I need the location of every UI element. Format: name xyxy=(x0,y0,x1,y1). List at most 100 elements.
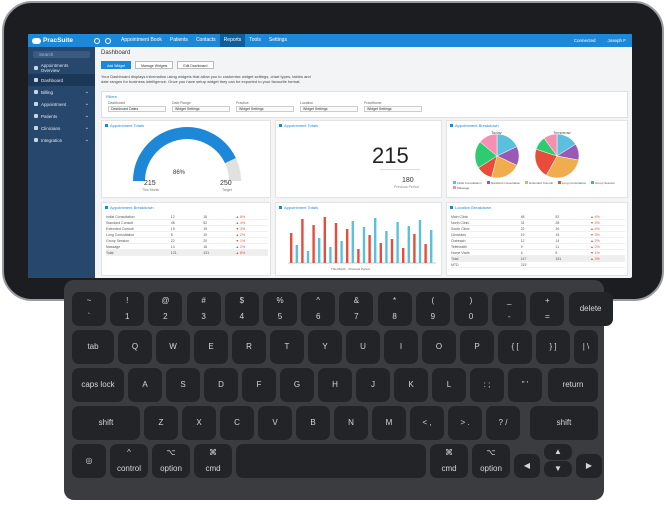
key-blank-0[interactable]: ◎ xyxy=(72,444,106,478)
filter-select[interactable]: Dashboard Dates xyxy=(108,106,166,112)
sidebar-item-appointment[interactable]: Appointment ⌄ xyxy=(28,98,95,110)
key-delete[interactable]: delete xyxy=(568,292,613,326)
key-m-7[interactable]: M xyxy=(372,406,406,440)
key-w[interactable]: W xyxy=(156,330,190,364)
key-cmd-5[interactable]: ⌘ cmd xyxy=(430,444,468,478)
sidebar-item-integration[interactable]: Integration ⌄ xyxy=(28,134,95,146)
key-a[interactable]: A xyxy=(128,368,162,402)
key-option-6[interactable]: ⌥ option xyxy=(472,444,510,478)
key-o[interactable]: O xyxy=(422,330,456,364)
key-5[interactable]: % 5 xyxy=(263,292,297,326)
key-blank[interactable]: " ' xyxy=(508,368,542,402)
menu-item-contacts[interactable]: Contacts xyxy=(192,34,220,47)
key-blank[interactable]: ~ ` xyxy=(72,292,106,326)
menu-item-tools[interactable]: Tools xyxy=(245,34,265,47)
key-l[interactable]: L xyxy=(432,368,466,402)
sidebar-item-dashboard[interactable]: Dashboard xyxy=(28,74,95,86)
key-d[interactable]: D xyxy=(204,368,238,402)
key-r[interactable]: R xyxy=(232,330,266,364)
sidebar-item-patients[interactable]: Patients ⌄ xyxy=(28,110,95,122)
key-8[interactable]: * 8 xyxy=(377,292,412,326)
key-3[interactable]: #3 xyxy=(186,292,221,326)
key-p[interactable]: P xyxy=(460,330,494,364)
key-6[interactable]: ^ 6 xyxy=(301,292,336,326)
key-blank-7[interactable]: ◀ xyxy=(514,454,540,478)
manage-widgets-button[interactable]: Manage Widgets xyxy=(135,61,174,69)
menu-item-reports[interactable]: Reports xyxy=(219,34,246,47)
key-control-1[interactable]: ^ control xyxy=(110,444,148,478)
key-legend-top: $ xyxy=(239,296,245,305)
key-4[interactable]: $4 xyxy=(224,292,259,326)
edit-dashboard-button[interactable]: Edit Dashboard xyxy=(177,61,214,69)
table1-body: Initial Consultation 12 18 ▲ 6% Standard Con… xyxy=(106,214,268,256)
key-0[interactable]: ) 0 xyxy=(454,292,488,326)
filter-select[interactable]: Widget Settings xyxy=(236,106,294,112)
key-blank-4[interactable] xyxy=(236,444,426,478)
key-caps-lock[interactable]: caps lock xyxy=(72,368,124,402)
key-f[interactable]: F xyxy=(242,368,276,402)
key-2[interactable]: @2 xyxy=(148,292,183,326)
key-blank-10[interactable]: ▶ xyxy=(576,454,602,478)
key-q[interactable]: Q xyxy=(118,330,152,364)
key-blank-10[interactable]: ? / xyxy=(486,406,520,440)
key-blank[interactable]: } ] xyxy=(536,330,570,364)
key-blank-8[interactable]: ▲ xyxy=(544,444,572,460)
key-s[interactable]: S xyxy=(166,368,200,402)
key-blank-9[interactable]: > . xyxy=(448,406,482,440)
key-x-2[interactable]: X xyxy=(182,406,216,440)
key-shift-11[interactable]: shift xyxy=(530,406,598,440)
key-v-4[interactable]: V xyxy=(258,406,292,440)
key-j[interactable]: J xyxy=(356,368,390,402)
menu-item-appointment-book[interactable]: Appointment Book xyxy=(117,34,166,47)
key-7[interactable]: & 7 xyxy=(339,292,374,326)
key-n-6[interactable]: N xyxy=(334,406,368,440)
topbar-user-item-1[interactable]: Joseph F xyxy=(607,38,626,43)
key-blank[interactable]: + = xyxy=(530,292,565,326)
filter-select[interactable]: Widget Settings xyxy=(172,106,230,112)
add-widget-button[interactable]: Add Widget xyxy=(101,61,132,69)
app-logo[interactable]: PracSuite xyxy=(28,37,94,44)
key-return[interactable]: return xyxy=(548,368,598,402)
key-cmd-3[interactable]: ⌘ cmd xyxy=(194,444,232,478)
sidebar-search-input[interactable]: Search xyxy=(33,51,90,58)
topbar-user-item-0[interactable]: Connected xyxy=(574,38,596,43)
back-icon[interactable] xyxy=(94,37,100,44)
sidebar-item-label: Billing xyxy=(41,89,54,95)
bar xyxy=(418,220,422,263)
key-b-5[interactable]: B xyxy=(296,406,330,440)
table-row[interactable]: Total 121 131 ▲ 8% xyxy=(106,250,268,256)
key-i[interactable]: I xyxy=(384,330,418,364)
key-blank[interactable]: { [ xyxy=(498,330,532,364)
table-cell: 16 xyxy=(203,245,208,249)
sidebar-item-billing[interactable]: Billing ⌄ xyxy=(28,86,95,98)
key-k[interactable]: K xyxy=(394,368,428,402)
sidebar-item-appointments-overview[interactable]: Appointments Overview xyxy=(28,62,95,74)
key-blank[interactable]: | \ xyxy=(574,330,598,364)
filter-select[interactable]: Widget Settings xyxy=(364,106,422,112)
key-shift-0[interactable]: shift xyxy=(72,406,140,440)
menu-item-settings[interactable]: Settings xyxy=(265,34,291,47)
key-blank-9[interactable]: ▼ xyxy=(544,461,572,477)
key-blank[interactable]: : ; xyxy=(470,368,504,402)
key-blank-8[interactable]: < , xyxy=(410,406,444,440)
filter-select[interactable]: Widget Settings xyxy=(300,106,358,112)
key-tab[interactable]: tab xyxy=(72,330,114,364)
key-u[interactable]: U xyxy=(346,330,380,364)
key-legend: { [ xyxy=(511,342,519,351)
key-c-3[interactable]: C xyxy=(220,406,254,440)
key-e[interactable]: E xyxy=(194,330,228,364)
table-row[interactable]: MTD 215 xyxy=(451,262,625,268)
search-icon[interactable] xyxy=(105,37,111,44)
kpi-sub-value: 180 xyxy=(402,177,414,184)
key-1[interactable]: ! 1 xyxy=(110,292,145,326)
key-g[interactable]: G xyxy=(280,368,314,402)
key-blank[interactable]: _ - xyxy=(492,292,527,326)
key-y[interactable]: Y xyxy=(308,330,342,364)
menu-item-patients[interactable]: Patients xyxy=(166,34,192,47)
sidebar-item-clinicians[interactable]: Clinicians ⌄ xyxy=(28,122,95,134)
key-option-2[interactable]: ⌥ option xyxy=(152,444,190,478)
key-h[interactable]: H xyxy=(318,368,352,402)
key-z-1[interactable]: Z xyxy=(144,406,178,440)
key-9[interactable]: (9 xyxy=(415,292,450,326)
key-t[interactable]: T xyxy=(270,330,304,364)
